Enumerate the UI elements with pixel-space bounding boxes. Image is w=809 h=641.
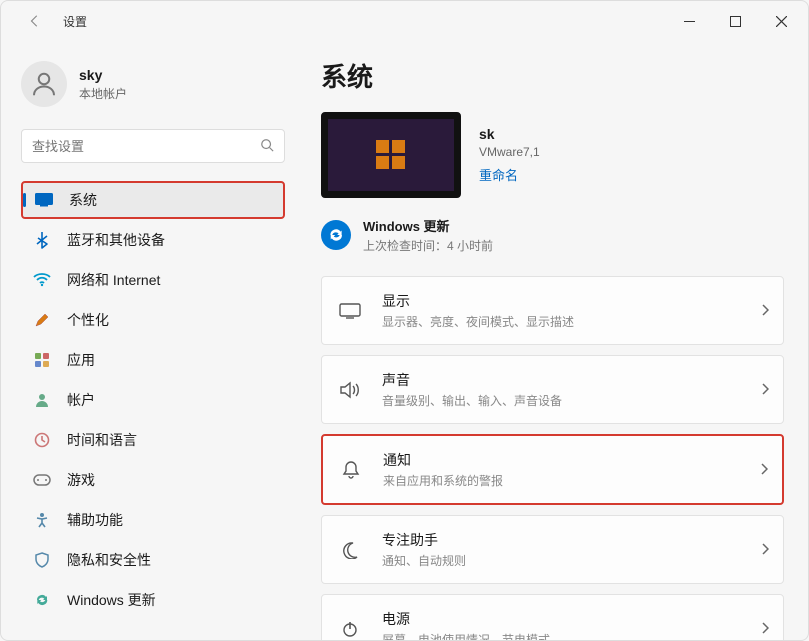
nav-time-language[interactable]: 时间和语言	[21, 421, 285, 459]
nav-label: 蓝牙和其他设备	[67, 230, 165, 250]
user-type: 本地帐户	[79, 85, 127, 102]
search-input-wrap[interactable]	[21, 129, 285, 163]
bluetooth-icon	[31, 229, 53, 251]
nav-bluetooth[interactable]: 蓝牙和其他设备	[21, 221, 285, 259]
user-icon	[31, 389, 53, 411]
nav-label: 辅助功能	[67, 510, 123, 530]
card-notifications[interactable]: 通知来自应用和系统的警报	[321, 434, 784, 505]
card-title: 声音	[382, 370, 761, 390]
card-power[interactable]: 电源屏幕、电池使用情况、节电模式	[321, 594, 784, 640]
nav-privacy[interactable]: 隐私和安全性	[21, 541, 285, 579]
nav-gaming[interactable]: 游戏	[21, 461, 285, 499]
search-input[interactable]	[32, 139, 260, 154]
update-title: Windows 更新	[363, 216, 493, 235]
nav-label: 应用	[67, 350, 95, 370]
nav-label: 帐户	[67, 390, 95, 410]
back-button[interactable]	[21, 7, 49, 35]
nav-label: 网络和 Internet	[67, 270, 160, 290]
brush-icon	[31, 309, 53, 331]
desktop-thumbnail	[321, 112, 461, 198]
nav-label: 系统	[69, 190, 97, 210]
nav-accounts[interactable]: 帐户	[21, 381, 285, 419]
nav-label: 游戏	[67, 470, 95, 490]
accessibility-icon	[31, 509, 53, 531]
search-icon	[260, 138, 274, 155]
close-button[interactable]	[758, 6, 804, 36]
card-sub: 通知、自动规则	[382, 552, 761, 569]
avatar	[21, 61, 67, 107]
apps-icon	[31, 349, 53, 371]
rename-link[interactable]: 重命名	[479, 165, 518, 184]
card-display[interactable]: 显示显示器、亮度、夜间模式、显示描述	[321, 276, 784, 345]
power-icon	[336, 615, 364, 641]
nav-label: 个性化	[67, 310, 109, 330]
card-title: 专注助手	[382, 530, 761, 550]
windows-logo-icon	[376, 140, 406, 170]
sidebar: sky 本地帐户 系统 蓝牙和其他设备 网络和 Internet	[1, 41, 301, 640]
content: 系统 sk VMware7,1 重命名 Windows 更新	[301, 41, 808, 640]
moon-icon	[336, 536, 364, 564]
user-profile[interactable]: sky 本地帐户	[21, 61, 285, 107]
chevron-right-icon	[760, 462, 768, 478]
page-title: 系统	[321, 57, 784, 94]
user-name: sky	[79, 67, 127, 83]
wifi-icon	[31, 269, 53, 291]
pc-model: VMware7,1	[479, 145, 540, 159]
card-title: 显示	[382, 291, 761, 311]
card-sub: 屏幕、电池使用情况、节电模式	[382, 631, 761, 640]
nav-personalization[interactable]: 个性化	[21, 301, 285, 339]
bell-icon	[337, 456, 365, 484]
nav-label: Windows 更新	[67, 590, 156, 610]
display-icon	[336, 297, 364, 325]
card-sub: 显示器、亮度、夜间模式、显示描述	[382, 313, 761, 330]
chevron-right-icon	[761, 303, 769, 319]
titlebar: 设置	[1, 1, 808, 41]
update-icon	[31, 589, 53, 611]
nav-windows-update[interactable]: Windows 更新	[21, 581, 285, 619]
gamepad-icon	[31, 469, 53, 491]
system-icon	[33, 189, 55, 211]
card-sub: 来自应用和系统的警报	[383, 472, 760, 489]
settings-card-list: 显示显示器、亮度、夜间模式、显示描述 声音音量级别、输出、输入、声音设备 通知来…	[321, 276, 784, 640]
nav-accessibility[interactable]: 辅助功能	[21, 501, 285, 539]
pc-name: sk	[479, 126, 540, 142]
windows-update-block[interactable]: Windows 更新 上次检查时间：4 小时前	[321, 216, 784, 254]
card-sound[interactable]: 声音音量级别、输出、输入、声音设备	[321, 355, 784, 424]
chevron-right-icon	[761, 621, 769, 637]
nav-system[interactable]: 系统	[21, 181, 285, 219]
update-sub: 上次检查时间：4 小时前	[363, 237, 493, 254]
card-title: 通知	[383, 450, 760, 470]
chevron-right-icon	[761, 382, 769, 398]
chevron-right-icon	[761, 542, 769, 558]
maximize-button[interactable]	[712, 6, 758, 36]
update-circle-icon	[321, 220, 351, 250]
sound-icon	[336, 376, 364, 404]
nav-network[interactable]: 网络和 Internet	[21, 261, 285, 299]
card-sub: 音量级别、输出、输入、声音设备	[382, 392, 761, 409]
nav-label: 隐私和安全性	[67, 550, 151, 570]
nav-apps[interactable]: 应用	[21, 341, 285, 379]
clock-icon	[31, 429, 53, 451]
shield-icon	[31, 549, 53, 571]
window-title: 设置	[63, 13, 87, 30]
nav-label: 时间和语言	[67, 430, 137, 450]
minimize-button[interactable]	[666, 6, 712, 36]
card-focus-assist[interactable]: 专注助手通知、自动规则	[321, 515, 784, 584]
pc-info-block: sk VMware7,1 重命名	[321, 112, 784, 198]
card-title: 电源	[382, 609, 761, 629]
nav-list: 系统 蓝牙和其他设备 网络和 Internet 个性化 应用 帐户	[21, 181, 285, 619]
